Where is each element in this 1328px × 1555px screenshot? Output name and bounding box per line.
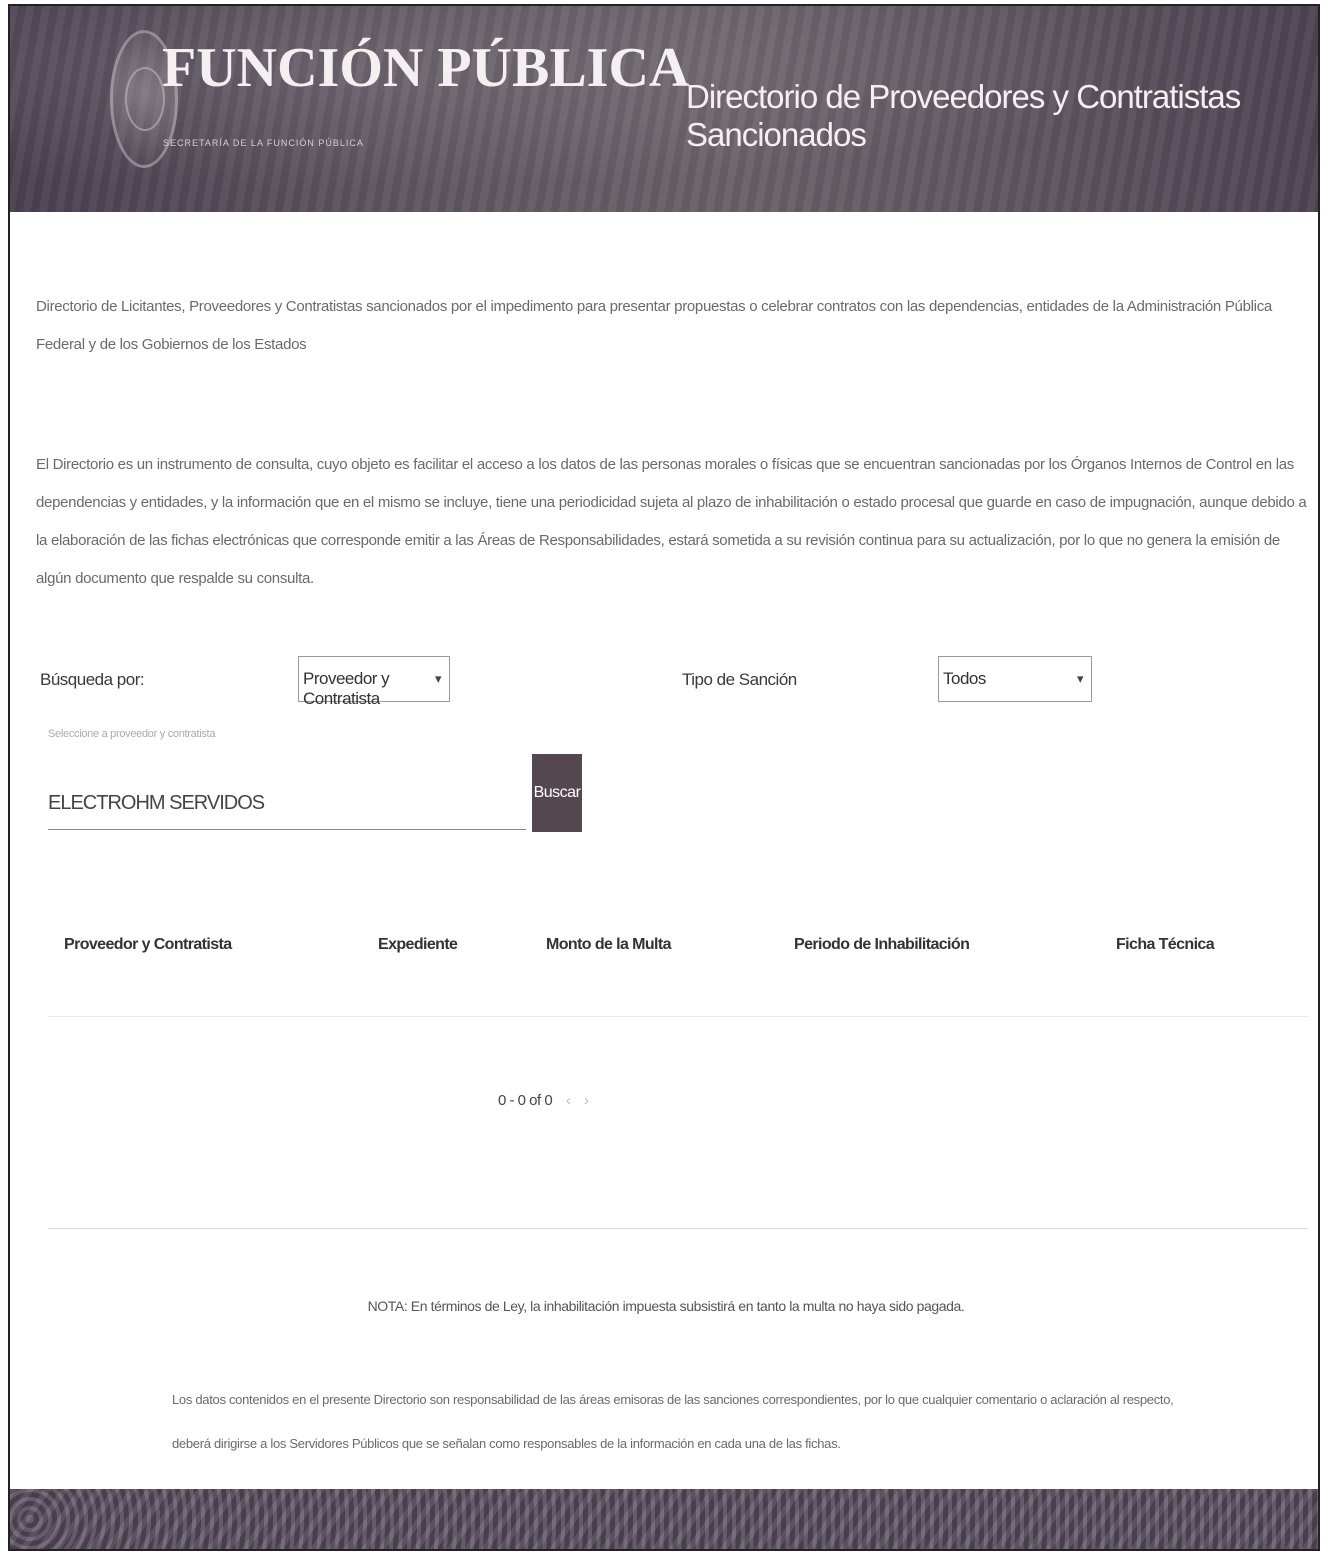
tipo-sancion-label: Tipo de Sanción <box>682 670 797 689</box>
footer-banner <box>10 1489 1318 1549</box>
search-input[interactable] <box>48 766 526 830</box>
column-header-monto[interactable]: Monto de la Multa <box>546 936 672 954</box>
tipo-sancion-select[interactable]: Todos ▾ <box>938 656 1092 702</box>
page-frame: FUNCIÓN PÚBLICA SECRETARÍA DE LA FUNCIÓN… <box>8 4 1320 1551</box>
brand-subtitle: SECRETARÍA DE LA FUNCIÓN PÚBLICA <box>163 138 364 148</box>
seal-inner-ring <box>125 67 165 131</box>
column-header-proveedor[interactable]: Proveedor y Contratista <box>64 936 232 954</box>
page-title: Directorio de Proveedores y Contratistas… <box>686 78 1241 153</box>
buscar-button[interactable]: Buscar <box>532 754 582 832</box>
chevron-down-icon: ▾ <box>434 671 442 686</box>
header-banner: FUNCIÓN PÚBLICA SECRETARÍA DE LA FUNCIÓN… <box>10 6 1318 212</box>
prev-page-icon[interactable]: ‹ <box>566 1092 571 1109</box>
table-header-divider <box>48 1016 1308 1017</box>
busqueda-select-value: Proveedor y Contratista <box>303 669 390 708</box>
pagination: 0 - 0 of 0 ‹ › <box>498 1092 589 1109</box>
tipo-sancion-select-value: Todos <box>943 669 986 688</box>
busqueda-label: Búsqueda por: <box>40 670 145 689</box>
column-header-ficha[interactable]: Ficha Técnica <box>1116 936 1215 954</box>
column-header-expediente[interactable]: Expediente <box>378 936 458 954</box>
footer-texture <box>10 1489 1318 1549</box>
nota-text: NOTA: En términos de Ley, la inhabilitac… <box>367 1298 965 1314</box>
busqueda-select[interactable]: Proveedor y Contratista ▾ <box>298 656 450 708</box>
disclaimer-text: Los datos contenidos en el presente Dire… <box>172 1392 1174 1451</box>
column-header-periodo[interactable]: Periodo de Inhabilitación <box>794 936 970 954</box>
brand-logo-text: FUNCIÓN PÚBLICA <box>162 37 690 99</box>
next-page-icon[interactable]: › <box>584 1092 589 1109</box>
pagination-range: 0 - 0 of 0 <box>498 1092 553 1109</box>
search-hint: Seleccione a proveedor y contratista <box>48 728 216 740</box>
intro-paragraph-2: El Directorio es un instrumento de consu… <box>36 456 1307 587</box>
chevron-down-icon: ▾ <box>1076 671 1084 686</box>
table-bottom-divider <box>48 1228 1308 1229</box>
intro-paragraph-1: Directorio de Licitantes, Proveedores y … <box>36 298 1272 353</box>
results-table: Proveedor y Contratista Expediente Monto… <box>48 906 1308 1231</box>
